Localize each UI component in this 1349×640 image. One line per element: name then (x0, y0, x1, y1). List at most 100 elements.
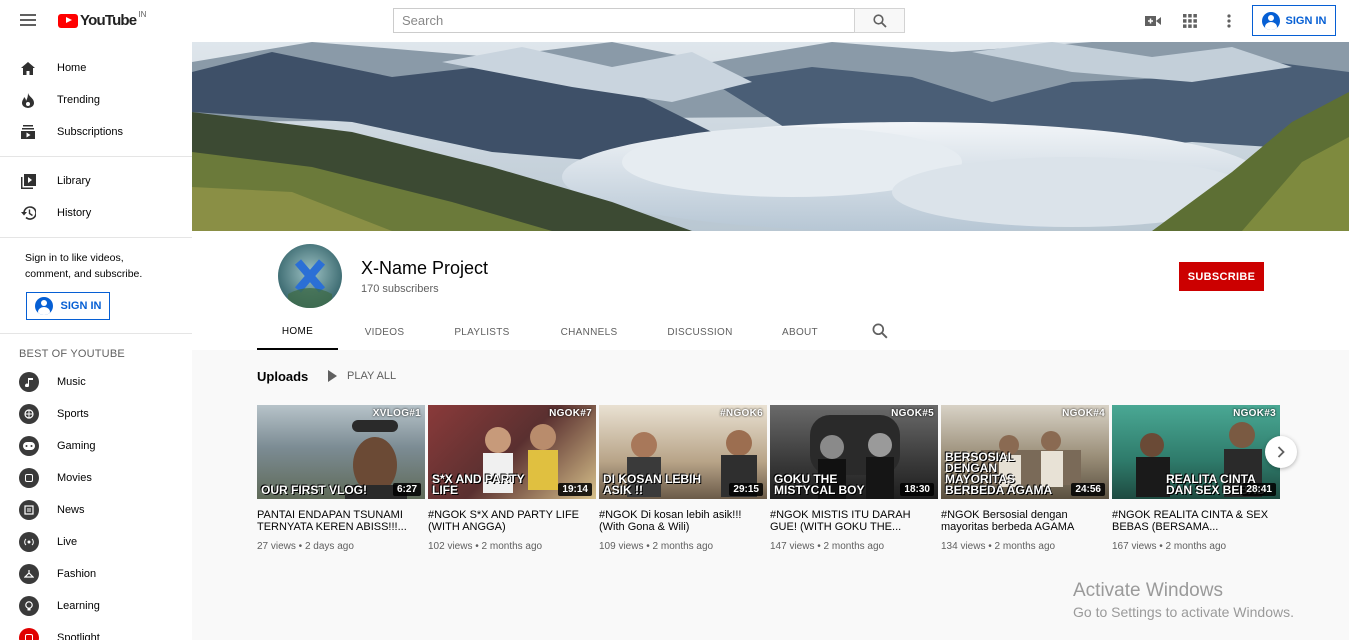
apps-icon[interactable] (1181, 12, 1199, 30)
video-meta: 27 views • 2 days ago (257, 541, 354, 552)
channel-header: X-Name Project 170 subscribers SUBSCRIBE… (192, 231, 1349, 350)
thumbnail-caption: OUR FIRST VLOG! (261, 483, 367, 497)
video-title[interactable]: #NGOK S*X AND PARTY LIFE (WITH ANGGA) (428, 509, 596, 533)
sidebar-item-learning[interactable]: Learning (0, 590, 192, 622)
video-title[interactable]: #NGOK REALITA CINTA & SEX BEBAS (BERSAMA… (1112, 509, 1280, 533)
thumbnail-caption: S*X AND PARTY LIFE (432, 472, 525, 497)
news-icon (19, 500, 39, 520)
uploads-title[interactable]: Uploads (257, 369, 308, 384)
tab-home[interactable]: HOME (257, 314, 338, 350)
video-meta: 134 views • 2 months ago (941, 541, 1056, 552)
sidebar-item-library[interactable]: Library (0, 165, 192, 197)
divider (0, 237, 192, 238)
sidebar-item-label: Fashion (57, 568, 97, 580)
trending-icon (20, 92, 36, 108)
channel-search-icon[interactable] (872, 323, 888, 339)
search-input[interactable] (393, 8, 854, 33)
sign-in-button[interactable]: SIGN IN (1252, 5, 1336, 36)
tab-playlists[interactable]: PLAYLISTS (431, 314, 533, 350)
activate-windows-watermark: Activate Windows Go to Settings to activ… (1073, 580, 1294, 620)
sidebar-item-movies[interactable]: Movies (0, 462, 192, 494)
video-meta: 109 views • 2 months ago (599, 541, 714, 552)
music-icon (19, 372, 39, 392)
sidebar-item-sports[interactable]: Sports (0, 398, 192, 430)
menu-icon[interactable] (20, 14, 36, 26)
spotlight-icon (19, 628, 39, 640)
sidebar-sign-in-button[interactable]: SIGN IN (26, 292, 110, 320)
video-duration: 6:27 (392, 483, 421, 496)
learning-icon (19, 596, 39, 616)
channel-avatar[interactable] (278, 244, 342, 308)
video-duration: 28:41 (1242, 483, 1276, 496)
video-meta: 167 views • 2 months ago (1112, 541, 1227, 552)
channel-banner (192, 42, 1349, 231)
subscribe-button[interactable]: SUBSCRIBE (1179, 262, 1264, 291)
video-card[interactable]: NGOK#5 GOKU THE MISTYCAL BOY 18:30 #NGOK… (770, 405, 938, 552)
account-icon (1261, 11, 1280, 30)
tab-discussion[interactable]: DISCUSSION (645, 314, 755, 350)
sidebar-item-label: Library (57, 175, 91, 187)
sign-in-prompt: Sign in to like videos, comment, and sub… (25, 252, 143, 280)
video-title[interactable]: PANTAI ENDAPAN TSUNAMI TERNYATA KEREN AB… (257, 509, 425, 533)
video-title[interactable]: #NGOK MISTIS ITU DARAH GUE! (WITH GOKU T… (770, 509, 938, 533)
video-title[interactable]: #NGOK Bersosial dengan mayoritas berbeda… (941, 509, 1109, 533)
video-thumbnail[interactable]: #NGOK6 DI KOSAN LEBIH ASIK !! 29:15 (599, 405, 767, 499)
chevron-right-icon (1277, 446, 1285, 458)
video-card[interactable]: NGOK#4 BERSOSIAL DENGAN MAYORITAS BERBED… (941, 405, 1109, 552)
video-duration: 19:14 (558, 483, 592, 496)
channel-tabs: HOME VIDEOS PLAYLISTS CHANNELS DISCUSSIO… (257, 314, 845, 350)
video-duration: 24:56 (1071, 483, 1105, 496)
sidebar-item-news[interactable]: News (0, 494, 192, 526)
logo-region: IN (138, 10, 147, 19)
watermark-subtitle: Go to Settings to activate Windows. (1073, 604, 1294, 620)
video-title[interactable]: #NGOK Di kosan lebih asik!!! (With Gona … (599, 509, 767, 533)
sidebar-item-home[interactable]: Home (0, 52, 192, 84)
tab-about[interactable]: ABOUT (755, 314, 845, 350)
thumbnail-caption: GOKU THE MISTYCAL BOY (774, 472, 865, 497)
video-thumbnail[interactable]: NGOK#4 BERSOSIAL DENGAN MAYORITAS BERBED… (941, 405, 1109, 499)
fashion-icon (19, 564, 39, 584)
more-options-icon[interactable] (1220, 12, 1238, 30)
thumbnail-tag: NGOK#4 (1062, 408, 1105, 419)
sidebar-item-label: News (57, 504, 85, 516)
sidebar-item-live[interactable]: Live (0, 526, 192, 558)
sidebar-item-fashion[interactable]: Fashion (0, 558, 192, 590)
sidebar-item-label: Gaming (57, 440, 96, 452)
youtube-logo[interactable]: YouTube IN (58, 10, 147, 29)
sports-icon (19, 404, 39, 424)
video-duration: 29:15 (729, 483, 763, 496)
tab-videos[interactable]: VIDEOS (338, 314, 431, 350)
sidebar-item-trending[interactable]: Trending (0, 84, 192, 116)
sidebar-item-spotlight[interactable]: Spotlight (0, 622, 192, 640)
video-card[interactable]: NGOK#7 S*X AND PARTY LIFE 19:14 #NGOK S*… (428, 405, 596, 552)
channel-name: X-Name Project (361, 258, 489, 278)
video-thumbnail[interactable]: XVLOG#1 OUR FIRST VLOG! 6:27 (257, 405, 425, 499)
sidebar-item-label: Subscriptions (57, 126, 124, 138)
thumbnail-tag: XVLOG#1 (372, 408, 421, 419)
sidebar-item-subscriptions[interactable]: Subscriptions (0, 116, 192, 148)
history-icon (20, 205, 36, 221)
video-thumbnail[interactable]: NGOK#7 S*X AND PARTY LIFE 19:14 (428, 405, 596, 499)
video-card[interactable]: #NGOK6 DI KOSAN LEBIH ASIK !! 29:15 #NGO… (599, 405, 767, 552)
sidebar-item-label: Music (57, 376, 86, 388)
section-title: BEST OF YOUTUBE (19, 348, 125, 360)
sidebar-item-label: Movies (57, 472, 92, 484)
video-card[interactable]: XVLOG#1 OUR FIRST VLOG! 6:27 PANTAI ENDA… (257, 405, 425, 552)
live-icon (19, 532, 39, 552)
search-button[interactable] (854, 8, 905, 33)
sidebar-item-gaming[interactable]: Gaming (0, 430, 192, 462)
watermark-title: Activate Windows (1073, 580, 1223, 601)
tab-channels[interactable]: CHANNELS (533, 314, 645, 350)
create-video-icon[interactable] (1144, 12, 1162, 30)
search-icon (872, 13, 887, 28)
shelf-next-button[interactable] (1265, 436, 1297, 468)
youtube-play-icon (58, 13, 78, 28)
sidebar-item-music[interactable]: Music (0, 366, 192, 398)
sidebar-item-history[interactable]: History (0, 197, 192, 229)
video-card[interactable]: NGOK#3 REALITA CINTA DAN SEX BEBAS 28:41… (1112, 405, 1280, 552)
library-icon (20, 173, 36, 189)
video-thumbnail[interactable]: NGOK#5 GOKU THE MISTYCAL BOY 18:30 (770, 405, 938, 499)
video-thumbnail[interactable]: NGOK#3 REALITA CINTA DAN SEX BEBAS 28:41 (1112, 405, 1280, 499)
thumbnail-tag: NGOK#5 (891, 408, 934, 419)
play-all-button[interactable]: PLAY ALL (328, 370, 396, 382)
